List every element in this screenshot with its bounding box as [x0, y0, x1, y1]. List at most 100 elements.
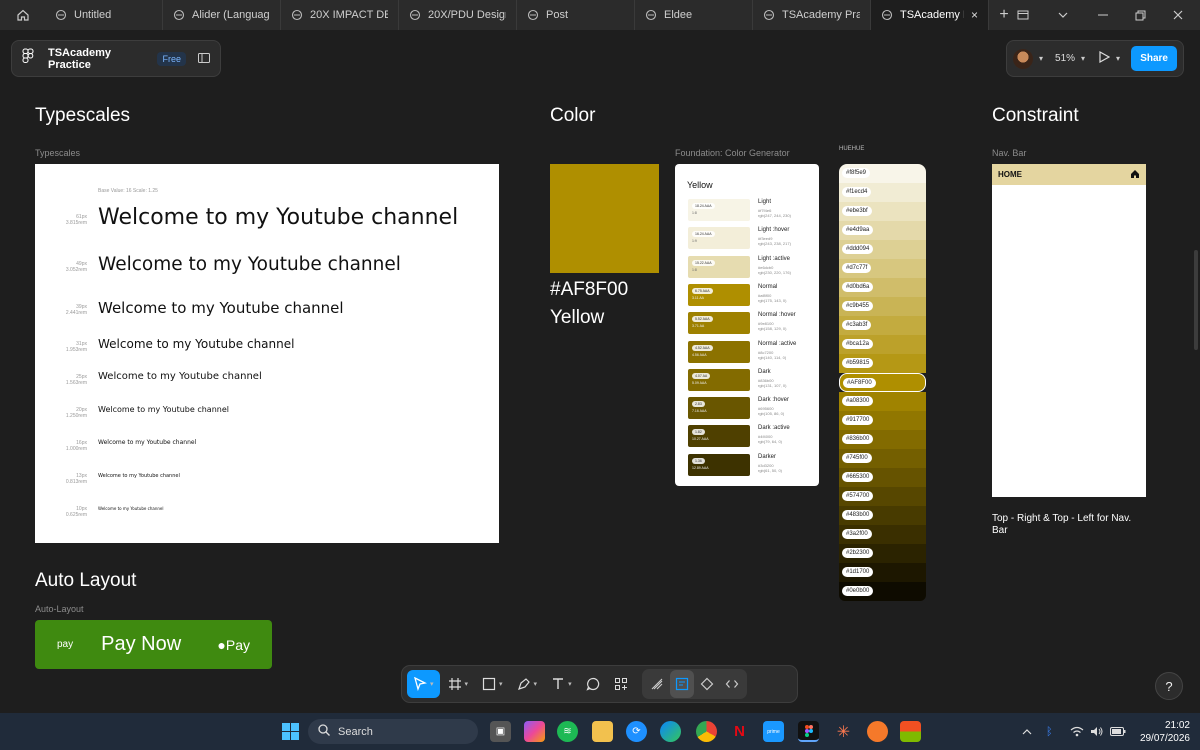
hue-swatch[interactable]: #d7c77f: [839, 259, 926, 278]
color-generator-card[interactable]: Yellow 18.24 AAA 1:8 Light #f7f4e6 rgb(247, …: [675, 164, 819, 486]
design-mode-icon[interactable]: [669, 670, 694, 698]
spotify-icon[interactable]: ≋: [557, 721, 578, 742]
minimize-icon[interactable]: [1083, 0, 1123, 30]
chevron-down-icon[interactable]: [1043, 0, 1083, 30]
claude-icon[interactable]: ✳: [833, 721, 854, 742]
sync-app-icon[interactable]: ⟳: [626, 721, 647, 742]
present-play-icon[interactable]: [1099, 50, 1111, 68]
chrome-icon[interactable]: [696, 721, 717, 742]
file-menu[interactable]: TSAcademy Practice Free: [11, 40, 221, 77]
color-swatch[interactable]: [550, 164, 659, 273]
hue-swatch[interactable]: #a08300: [839, 392, 926, 411]
actions-tool[interactable]: [608, 670, 634, 698]
typescale-sample-text[interactable]: Welcome to my Youtube channel: [98, 439, 196, 446]
nav-bar[interactable]: HOME: [992, 164, 1146, 185]
hue-swatch[interactable]: #665300: [839, 468, 926, 487]
hue-swatch[interactable]: #AF8F00: [839, 373, 926, 392]
pay-now-button[interactable]: pay Pay Now ●Pay: [35, 620, 272, 669]
typescale-sample-text[interactable]: Welcome to my Youtube channel: [98, 299, 344, 317]
browser-tab[interactable]: Post: [517, 0, 635, 30]
browser-tab[interactable]: Untitled: [45, 0, 163, 30]
typescale-sample-text[interactable]: Welcome to my Youtube channel: [98, 254, 401, 275]
battery-icon[interactable]: [1110, 713, 1126, 750]
generator-row[interactable]: 2.83 7.16 AAA Dark :hover #695600 rgb(105, 8…: [688, 397, 808, 421]
comment-tool[interactable]: [580, 670, 606, 698]
browser-tab[interactable]: Eldee: [635, 0, 753, 30]
hue-swatch[interactable]: #c9b455: [839, 297, 926, 316]
chevron-down-icon[interactable]: ▾: [1081, 54, 1085, 63]
home-icon[interactable]: [0, 0, 45, 30]
hue-swatch[interactable]: #3a2f00: [839, 525, 926, 544]
nav-bar-frame[interactable]: HOME: [992, 164, 1146, 497]
generator-row[interactable]: 16.24 AAA 1:9 Light :hover #f3eed9 rgb(243, …: [688, 227, 808, 251]
generator-row[interactable]: 18.24 AAA 1:8 Light #f7f4e6 rgb(247, 244, 23…: [688, 199, 808, 223]
file-name[interactable]: TSAcademy Practice: [48, 47, 149, 71]
microsoft-store-icon[interactable]: [900, 721, 921, 742]
chevron-down-icon[interactable]: ▾: [1116, 54, 1120, 63]
file-explorer-icon[interactable]: [592, 721, 613, 742]
prototype-mode-icon[interactable]: [695, 670, 719, 698]
frame-label-nav-bar[interactable]: Nav. Bar: [992, 148, 1026, 158]
volume-icon[interactable]: [1090, 713, 1104, 750]
dev-mode-icon[interactable]: [720, 670, 744, 698]
typescale-sample-text[interactable]: Welcome to my Youtube channel: [98, 337, 294, 351]
chevron-down-icon[interactable]: ▾: [465, 680, 469, 688]
typescale-sample-text[interactable]: Welcome to my Youtube channel: [98, 371, 262, 382]
hue-swatch[interactable]: #ebe3bf: [839, 202, 926, 221]
wifi-icon[interactable]: [1070, 713, 1084, 750]
pen-tool[interactable]: ▾: [511, 670, 544, 698]
browser-tab[interactable]: 20X/PDU Design Cla: [399, 0, 517, 30]
chevron-down-icon[interactable]: ▾: [430, 680, 434, 688]
hue-swatch[interactable]: #c3ab3f: [839, 316, 926, 335]
browser-tab[interactable]: Alider (Language Tra: [163, 0, 281, 30]
chevron-down-icon[interactable]: ▾: [499, 680, 503, 688]
figma-taskbar-icon[interactable]: [798, 721, 819, 742]
figma-logo-icon[interactable]: [22, 48, 34, 69]
typescale-sample-text[interactable]: Welcome to my Youtube channel: [98, 205, 458, 230]
share-button[interactable]: Share: [1131, 46, 1177, 71]
sidebar-toggle-icon[interactable]: [198, 50, 210, 68]
restore-icon[interactable]: [1120, 0, 1160, 30]
text-tool[interactable]: ▾: [545, 670, 578, 698]
browser-tab[interactable]: TSAcademy Practice: [753, 0, 871, 30]
move-tool[interactable]: ▾: [407, 670, 440, 698]
frame-label-hue[interactable]: HUEHUE: [839, 146, 864, 152]
typescale-sample-text[interactable]: Welcome to my Youtube channel: [98, 506, 164, 511]
typescale-sample-text[interactable]: Welcome to my Youtube channel: [98, 473, 180, 479]
typescale-sample-text[interactable]: Welcome to my Youtube channel: [98, 405, 229, 414]
generator-row[interactable]: 5.52 AAA 3.71 AA Normal :hover #9e8100 rgb(1…: [688, 312, 808, 336]
tab-overview-icon[interactable]: [1003, 0, 1043, 30]
chevron-down-icon[interactable]: ▾: [534, 680, 538, 688]
zoom-level[interactable]: 51%: [1055, 53, 1075, 64]
hue-swatch[interactable]: #574700: [839, 487, 926, 506]
edge-icon[interactable]: [660, 721, 681, 742]
copilot-icon[interactable]: [524, 721, 545, 742]
hue-strip[interactable]: #f8f5e9 #f1ecd4 #ebe3bf #e4d9aa #ddd094 #d7c7…: [839, 164, 926, 601]
browser-tab[interactable]: TSAcademy Pra ×: [871, 0, 989, 30]
frame-label-auto-layout[interactable]: Auto-Layout: [35, 604, 84, 614]
chevron-down-icon[interactable]: ▾: [1039, 54, 1043, 63]
close-window-icon[interactable]: [1158, 0, 1198, 30]
hue-swatch[interactable]: #d0bd6a: [839, 278, 926, 297]
hue-swatch[interactable]: #1d1700: [839, 563, 926, 582]
close-tab-icon[interactable]: ×: [971, 8, 978, 22]
frame-label-color-generator[interactable]: Foundation: Color Generator: [675, 148, 790, 158]
hue-swatch[interactable]: #f1ecd4: [839, 183, 926, 202]
generator-row[interactable]: 15.22 AAA 1:8 Light :active #e6dcb0 rgb(230,…: [688, 255, 808, 280]
netflix-icon[interactable]: N: [729, 721, 750, 742]
browser-tab[interactable]: 20X IMPACT DESIGN: [281, 0, 399, 30]
task-view-icon[interactable]: ▣: [490, 721, 511, 742]
taskbar-clock[interactable]: 21:02 29/07/2026: [1130, 719, 1190, 745]
hue-swatch[interactable]: #ddd094: [839, 240, 926, 259]
prime-video-icon[interactable]: prime: [763, 721, 784, 742]
hue-swatch[interactable]: #bca12a: [839, 335, 926, 354]
blender-icon[interactable]: [867, 721, 888, 742]
chevron-down-icon[interactable]: ▾: [568, 680, 572, 688]
draw-mode-icon[interactable]: [645, 670, 669, 698]
taskbar-search[interactable]: Search: [308, 719, 478, 744]
bluetooth-icon[interactable]: ᛒ: [1046, 713, 1053, 750]
tray-chevron-up-icon[interactable]: [1022, 713, 1032, 750]
canvas-scrollbar[interactable]: [1194, 250, 1198, 350]
frame-label-typescales[interactable]: Typescales: [35, 148, 80, 158]
avatar[interactable]: [1013, 48, 1033, 69]
